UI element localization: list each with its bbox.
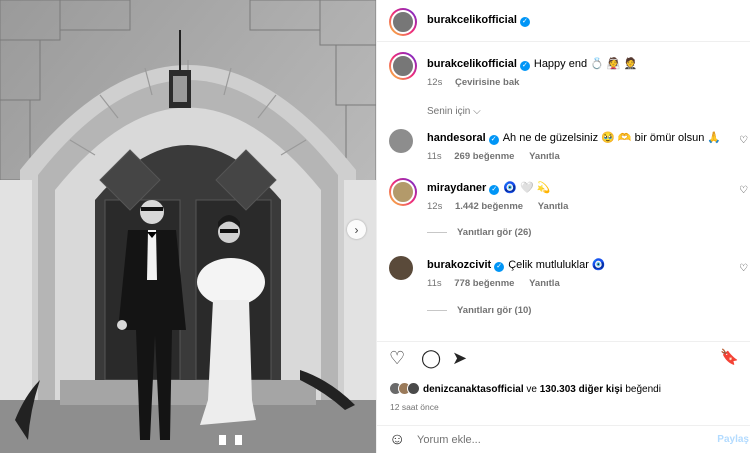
view-replies-button[interactable]: Yanıtları gör (10)	[427, 305, 531, 316]
likes-connector: ve	[526, 384, 537, 395]
caption-text: Happy end 💍 👰 🤵	[533, 58, 638, 70]
commenter-avatar[interactable]	[389, 178, 417, 206]
share-icon[interactable]: ➤	[452, 348, 467, 369]
likes-count[interactable]: 130.303 diğer kişi	[540, 384, 623, 395]
comment-meta: 11s 269 beğenme Yanıtla	[427, 151, 572, 162]
likes-summary: denizcanaktasofficial ve 130.303 diğer k…	[423, 384, 661, 395]
verified-icon: ✓	[489, 185, 500, 195]
comment: burakozcivit ✓ Çelik mutluluklar 🧿	[427, 258, 606, 272]
comment-username[interactable]: miraydaner	[427, 182, 486, 194]
likes-suffix: beğendi	[625, 384, 661, 395]
liker-avatar	[407, 382, 420, 395]
bookmark-icon[interactable]: 🔖	[720, 348, 739, 366]
comment-input[interactable]	[417, 431, 697, 449]
reply-button[interactable]: Yanıtla	[538, 201, 569, 212]
post-comment-button[interactable]: Paylaş	[717, 434, 749, 445]
verified-icon: ✓	[488, 135, 499, 145]
post-header: burakcelikofficial ✓	[377, 0, 750, 42]
comment-age: 11s	[427, 151, 442, 162]
comment-meta: 12s 1.442 beğenme Yanıtla	[427, 201, 580, 212]
post-timestamp: 12 saat önce	[390, 402, 439, 412]
commenter-avatar[interactable]	[389, 256, 413, 280]
comment-meta: 11s 778 beğenme Yanıtla	[427, 278, 572, 289]
caption: burakcelikofficial ✓ Happy end 💍 👰 🤵	[427, 57, 637, 71]
reply-button[interactable]: Yanıtla	[529, 151, 560, 162]
comment-age: 12s	[427, 201, 443, 212]
post-side-panel: burakcelikofficial ✓ burakcelikofficial ✓ H…	[376, 0, 750, 453]
reply-divider	[427, 231, 447, 233]
comment-text: Çelik mutluluklar 🧿	[508, 259, 606, 271]
comment-username[interactable]: burakozcivit	[427, 259, 491, 271]
author-avatar[interactable]	[389, 8, 417, 36]
comment-icon[interactable]: ◯	[421, 348, 441, 369]
caption-age: 12s	[427, 77, 443, 88]
emoji-icon[interactable]: ☺	[389, 431, 405, 449]
like-heart-icon[interactable]: ♡	[389, 348, 405, 369]
verified-icon: ✓	[494, 262, 505, 272]
heart-icon[interactable]: ♡	[739, 135, 748, 146]
caption-meta: 12s Çevirisine bak	[427, 77, 531, 88]
verified-icon: ✓	[519, 17, 530, 27]
wedding-photo-illustration	[0, 0, 376, 453]
view-replies-button[interactable]: Yanıtları gör (26)	[427, 227, 531, 238]
comment-like-count[interactable]: 778 beğenme	[454, 278, 514, 289]
comment-like-count[interactable]: 1.442 beğenme	[455, 201, 523, 212]
view-replies-label: Yanıtları gör (26)	[457, 227, 532, 238]
first-liker[interactable]: denizcanaktasofficial	[423, 384, 524, 395]
reply-button[interactable]: Yanıtla	[529, 278, 560, 289]
author-username[interactable]: burakcelikofficial ✓	[427, 14, 530, 27]
caption-author-avatar[interactable]	[389, 52, 417, 80]
next-image-button[interactable]: ›	[347, 220, 366, 239]
verified-icon: ✓	[519, 61, 530, 71]
post-dialog: › burakcelikofficial ✓ burakcelikofficial…	[0, 0, 750, 453]
commenter-avatar[interactable]	[389, 129, 413, 153]
post-photo[interactable]: ›	[0, 0, 376, 453]
comment-composer: ☺ Paylaş	[377, 425, 750, 453]
comment-text: Ah ne de güzelsiniz 🥹 🫶 bir ömür olsun 🙏	[502, 132, 722, 144]
reply-divider	[427, 309, 447, 311]
comment-filter[interactable]: Senin için ⌵	[427, 106, 481, 117]
comment: miraydaner ✓ 🧿 🤍 💫	[427, 181, 551, 195]
caption-username[interactable]: burakcelikofficial	[427, 58, 517, 70]
comment-text: 🧿 🤍 💫	[503, 182, 551, 194]
filter-label: Senin için	[427, 106, 471, 117]
chevron-down-icon: ⌵	[473, 106, 481, 117]
translate-link[interactable]: Çevirisine bak	[455, 77, 519, 88]
heart-icon[interactable]: ♡	[739, 263, 748, 274]
comment: handesoral ✓ Ah ne de güzelsiniz 🥹 🫶 bir ö…	[427, 131, 721, 145]
chevron-right-icon: ›	[354, 222, 359, 237]
comment-age: 11s	[427, 278, 442, 289]
comment-username[interactable]: handesoral	[427, 132, 486, 144]
post-actions: ♡ ◯ ➤ 🔖 denizcanaktasofficial ve 130.303…	[377, 341, 750, 453]
comment-like-count[interactable]: 269 beğenme	[454, 151, 514, 162]
heart-icon[interactable]: ♡	[739, 185, 748, 196]
view-replies-label: Yanıtları gör (10)	[457, 305, 532, 316]
